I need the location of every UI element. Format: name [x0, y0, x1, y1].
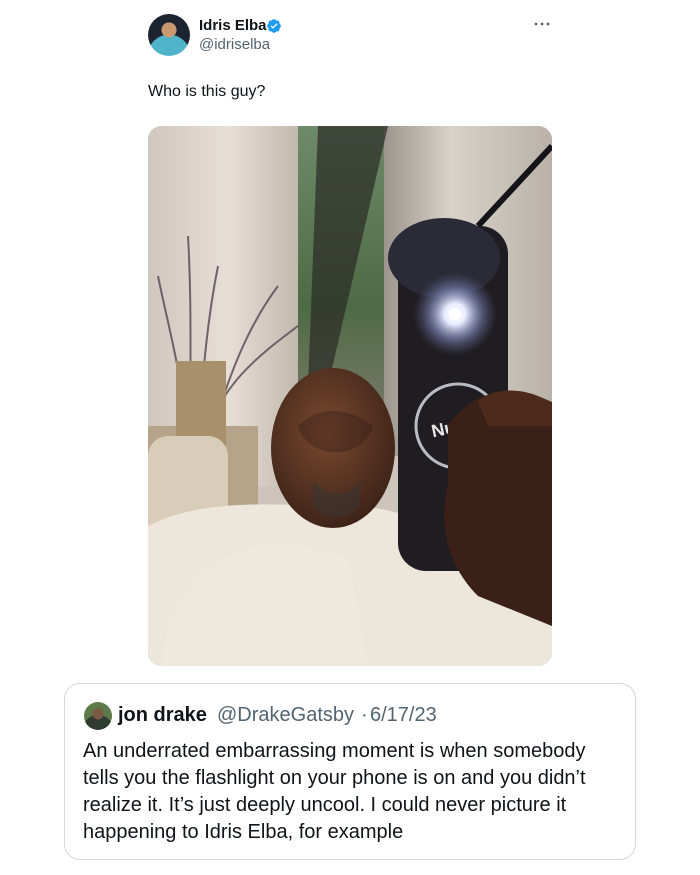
- separator-dot: ·: [361, 704, 368, 726]
- quoted-tweet-text: An underrated embarrassing moment is whe…: [83, 740, 586, 843]
- author-name[interactable]: Idris Elba: [199, 17, 267, 34]
- quoted-author-name[interactable]: jon drake: [118, 704, 207, 727]
- quoted-author-handle[interactable]: @DrakeGatsby: [217, 704, 354, 727]
- tweet-photo[interactable]: Nusb: [148, 126, 552, 666]
- quoted-author-avatar[interactable]: [84, 702, 112, 730]
- tweet-text: Who is this guy?: [148, 83, 266, 100]
- more-horizontal-icon[interactable]: [532, 14, 552, 34]
- selfie-photo-illustration: Nusb: [148, 126, 552, 666]
- author-avatar[interactable]: [148, 14, 190, 56]
- verified-badge-icon: [267, 19, 281, 33]
- author-handle[interactable]: @idriselba: [199, 36, 270, 53]
- tweet: Idris Elba @idriselba Who is this guy? j…: [0, 0, 700, 875]
- quoted-tweet-date[interactable]: 6/17/23: [370, 704, 437, 727]
- quoted-tweet[interactable]: jon drake @DrakeGatsby · 6/17/23 An unde…: [64, 683, 636, 860]
